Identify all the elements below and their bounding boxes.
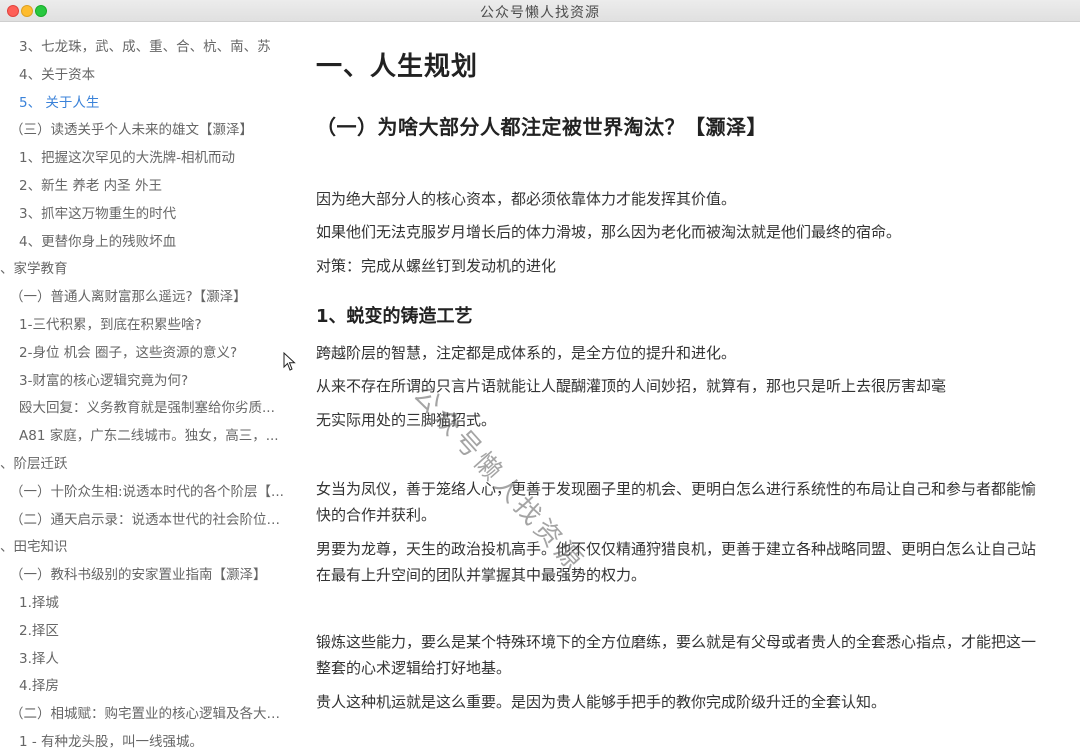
paragraph: 贵人这种机运就是这么重要。是因为贵人能够手把手的教你完成阶级升迁的全套认知。 [316, 693, 887, 711]
paragraph: 无实际用处的三脚猫招式。 [316, 411, 497, 429]
outline-item[interactable]: 、阶层迁跃 [0, 452, 68, 476]
outline-item[interactable]: （二）通天启示录：说透本世代的社会阶位及... [10, 508, 292, 532]
heading-2: （一）为啥大部分人都注定被世界淘汰？【灏泽】 [316, 115, 767, 139]
heading-1: 一、人生规划 [316, 52, 479, 82]
outline-item[interactable]: 1.择城 [19, 591, 59, 615]
outline-item[interactable]: （一）普通人离财富那么遥远?【灏泽】 [10, 285, 247, 309]
mouse-pointer-icon [283, 352, 296, 371]
outline-item[interactable]: 2.择区 [19, 619, 59, 643]
outline-item[interactable]: 、家学教育 [0, 257, 68, 281]
outline-item[interactable]: 2-身位 机会 圈子，这些资源的意义? [19, 341, 237, 365]
outline-item[interactable]: 3、抓牢这万物重生的时代 [19, 202, 176, 226]
outline-item[interactable]: 4、关于资本 [19, 63, 95, 87]
paragraph: 如果他们无法克服岁月增长后的体力滑坡，那么因为老化而被淘汰就是他们最终的宿命。 [316, 223, 902, 241]
paragraph: 跨越阶层的智慧，注定都是成体系的，是全方位的提升和进化。 [316, 344, 737, 362]
outline-item[interactable]: 殴大回复：义务教育就是强制塞给你劣质... [19, 396, 275, 420]
outline-item[interactable]: 5、 关于人生 [19, 91, 99, 115]
outline-item[interactable]: A81 家庭，广东二线城市。独女，高三，... [19, 424, 279, 448]
outline-sidebar: 3、七龙珠，武、成、重、合、杭、南、苏 4、关于资本 5、 关于人生 （三）读透关乎个… [0, 22, 300, 748]
outline-item[interactable]: 、田宅知识 [0, 535, 68, 559]
outline-item[interactable]: （一）十阶众生相:说透本时代的各个阶层【... [10, 480, 284, 504]
paragraph: 从来不存在所谓的只言片语就能让人醍醐灌顶的人间妙招，就算有，那也只是听上去很厉害… [316, 377, 947, 395]
paragraph: 因为绝大部分人的核心资本，都必须依靠体力才能发挥其价值。 [316, 190, 737, 208]
outline-item[interactable]: 4、更替你身上的残败坏血 [19, 230, 176, 254]
outline-item[interactable]: 3.择人 [19, 647, 59, 671]
outline-item[interactable]: 3、七龙珠，武、成、重、合、杭、南、苏 [19, 35, 271, 59]
outline-item[interactable]: 1、把握这次罕见的大洗牌-相机而动 [19, 146, 235, 170]
outline-item[interactable]: 3-财富的核心逻辑究竟为何? [19, 369, 188, 393]
outline-item[interactable]: 4.择房 [19, 674, 59, 698]
paragraph: 锻炼这些能力，要么是某个特殊环境下的全方位磨练，要么就是有父母或者贵人的全套悉心… [316, 633, 1037, 677]
paragraph: 男要为龙尊，天生的政治投机高手。他不仅仅精通狩猎良机，更善于建立各种战略同盟、更… [316, 540, 1037, 584]
outline-item[interactable]: 1 - 有种龙头股，叫一线强城。 [19, 730, 203, 748]
paragraph: 对策：完成从螺丝钉到发动机的进化 [316, 257, 557, 275]
title-bar: 公众号懒人找资源 [0, 0, 1080, 22]
document-content: 一、人生规划 （一）为啥大部分人都注定被世界淘汰？【灏泽】 因为绝大部分人的核心… [316, 22, 1056, 748]
outline-item[interactable]: 1-三代积累，到底在积累些啥? [19, 313, 202, 337]
outline-item[interactable]: （二）相城赋：购宅置业的核心逻辑及各大城... [10, 702, 292, 726]
heading-3: 1、蜕变的铸造工艺 [316, 306, 473, 327]
window-title: 公众号懒人找资源 [480, 5, 600, 21]
outline-item[interactable]: （三）读透关乎个人未来的雄文【灏泽】 [10, 118, 253, 142]
outline-item[interactable]: 2、新生 养老 内圣 外王 [19, 174, 162, 198]
paragraph: 女当为凤仪，善于笼络人心，更善于发现圈子里的机会、更明白怎么进行系统性的布局让自… [316, 480, 1037, 524]
outline-item[interactable]: （一）教科书级别的安家置业指南【灏泽】 [10, 563, 267, 587]
